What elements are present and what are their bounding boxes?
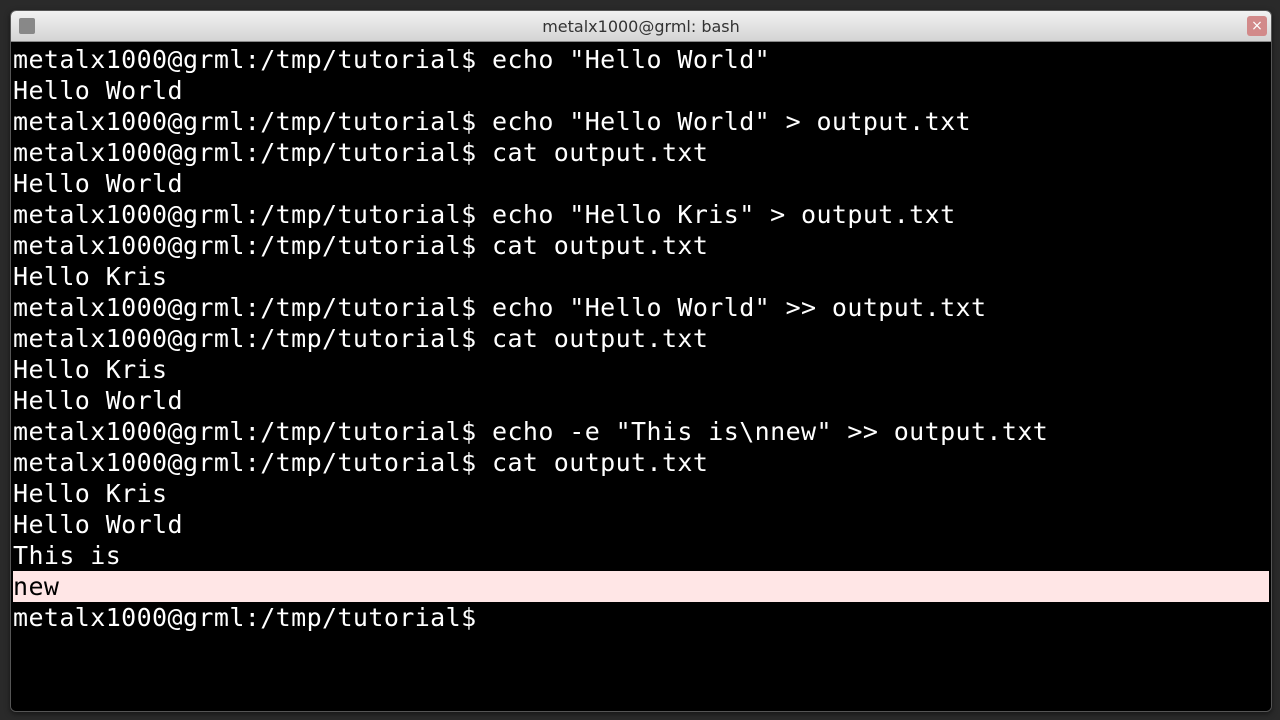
prompt-line: metalx1000@grml:/tmp/tutorial$ echo "Hel… <box>13 292 1269 323</box>
output-line: Hello World <box>13 385 1269 416</box>
terminal-viewport[interactable]: metalx1000@grml:/tmp/tutorial$ echo "Hel… <box>11 42 1271 711</box>
output-line: Hello World <box>13 509 1269 540</box>
app-icon <box>19 18 35 34</box>
output-line: Hello World <box>13 75 1269 106</box>
output-line: new <box>13 571 1269 602</box>
prompt-line: metalx1000@grml:/tmp/tutorial$ cat outpu… <box>13 447 1269 478</box>
output-line: Hello Kris <box>13 478 1269 509</box>
output-line: Hello World <box>13 168 1269 199</box>
prompt-line: metalx1000@grml:/tmp/tutorial$ cat outpu… <box>13 323 1269 354</box>
prompt-line: metalx1000@grml:/tmp/tutorial$ echo "Hel… <box>13 44 1269 75</box>
prompt-line: metalx1000@grml:/tmp/tutorial$ cat outpu… <box>13 230 1269 261</box>
prompt-line: metalx1000@grml:/tmp/tutorial$ echo -e "… <box>13 416 1269 447</box>
output-line: This is <box>13 540 1269 571</box>
window-title: metalx1000@grml: bash <box>542 17 740 36</box>
window-titlebar[interactable]: metalx1000@grml: bash × <box>11 11 1271 42</box>
prompt-line: metalx1000@grml:/tmp/tutorial$ echo "Hel… <box>13 199 1269 230</box>
prompt-line: metalx1000@grml:/tmp/tutorial$ <box>13 602 1269 633</box>
output-line: Hello Kris <box>13 261 1269 292</box>
output-line: Hello Kris <box>13 354 1269 385</box>
close-icon[interactable]: × <box>1247 16 1267 36</box>
prompt-line: metalx1000@grml:/tmp/tutorial$ cat outpu… <box>13 137 1269 168</box>
terminal-window: metalx1000@grml: bash × metalx1000@grml:… <box>10 10 1272 712</box>
prompt-line: metalx1000@grml:/tmp/tutorial$ echo "Hel… <box>13 106 1269 137</box>
